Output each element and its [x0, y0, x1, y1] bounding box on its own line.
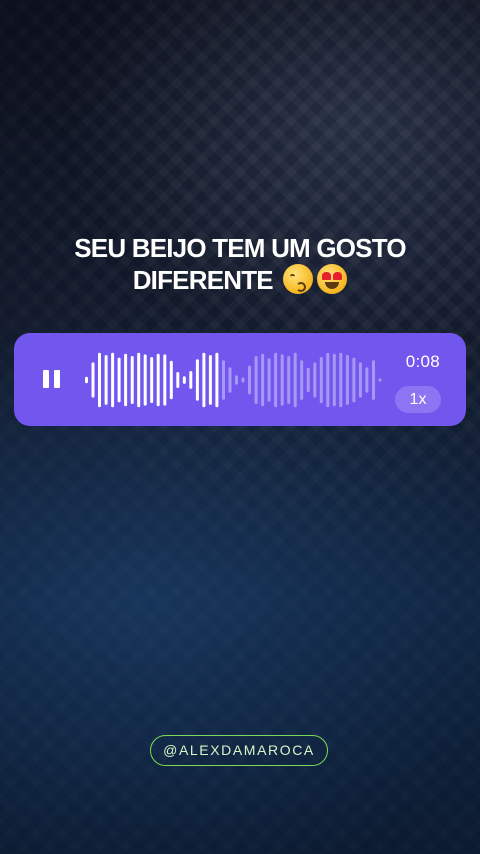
waveform-bar — [319, 357, 323, 404]
waveform-bar — [143, 354, 147, 406]
voice-message-player[interactable]: 0:08 1x — [14, 333, 466, 426]
waveform-bar — [280, 354, 284, 406]
waveform-bar — [267, 358, 271, 402]
heart-eyes-icon — [317, 264, 348, 294]
headline-line-1: SEU BEIJO TEM UM GOSTO — [74, 233, 406, 263]
waveform-bar — [215, 352, 219, 408]
waveform-bar — [254, 356, 258, 404]
headline-line-2: DIFERENTE — [0, 264, 480, 296]
waveform-bar — [130, 356, 134, 404]
waveform-bar — [332, 353, 336, 407]
waveform-bar — [352, 357, 356, 403]
waveform-bar — [85, 376, 88, 384]
waveform-bar — [124, 353, 128, 407]
waveform-bar — [365, 367, 369, 393]
waveform-bar — [156, 353, 160, 407]
waveform-bar — [189, 371, 193, 389]
headline: SEU BEIJO TEM UM GOSTO DIFERENTE — [0, 233, 480, 296]
waveform-bar — [98, 352, 101, 408]
headline-word: DIFERENTE — [132, 265, 274, 295]
waveform-bar — [104, 355, 108, 405]
waveform-bar — [150, 357, 154, 404]
waveform-bar — [176, 372, 180, 388]
audio-waveform[interactable] — [84, 346, 384, 414]
waveform-bar — [137, 352, 141, 408]
waveform-bar — [378, 378, 382, 382]
waveform-bar — [111, 352, 115, 408]
waveform-bar — [91, 362, 95, 398]
pause-icon[interactable] — [43, 370, 61, 388]
waveform-bar — [345, 355, 349, 405]
waveform-bar — [195, 359, 199, 401]
waveform-bar — [163, 354, 167, 406]
waveform-bar — [182, 376, 186, 384]
background-pattern — [0, 0, 480, 854]
waveform-bar — [326, 352, 330, 408]
waveform-bar — [274, 352, 278, 408]
playback-time: 0:08 — [405, 352, 440, 371]
waveform-bar — [248, 365, 251, 395]
waveform-bar — [241, 377, 245, 383]
waveform-bar — [261, 353, 265, 407]
waveform-bar — [300, 360, 304, 400]
creator-handle-badge: @ALEXDAMAROCA — [150, 735, 328, 766]
waveform-bar — [287, 356, 291, 404]
waveform-bar — [339, 352, 343, 408]
waveform-bar — [306, 367, 310, 393]
waveform-bar — [228, 367, 232, 393]
waveform-bar — [358, 362, 362, 398]
waveform-bar — [372, 360, 375, 400]
waveform-bar — [313, 362, 317, 398]
waveform-bar — [202, 352, 206, 408]
waveform-bar — [235, 375, 238, 385]
waveform-bar — [117, 357, 121, 403]
playback-speed-button[interactable]: 1x — [395, 386, 441, 413]
kissing-face-icon — [283, 264, 314, 294]
waveform-bar — [169, 360, 173, 400]
waveform-bar — [222, 360, 225, 400]
waveform-bar — [293, 352, 297, 408]
waveform-bar — [208, 355, 212, 405]
